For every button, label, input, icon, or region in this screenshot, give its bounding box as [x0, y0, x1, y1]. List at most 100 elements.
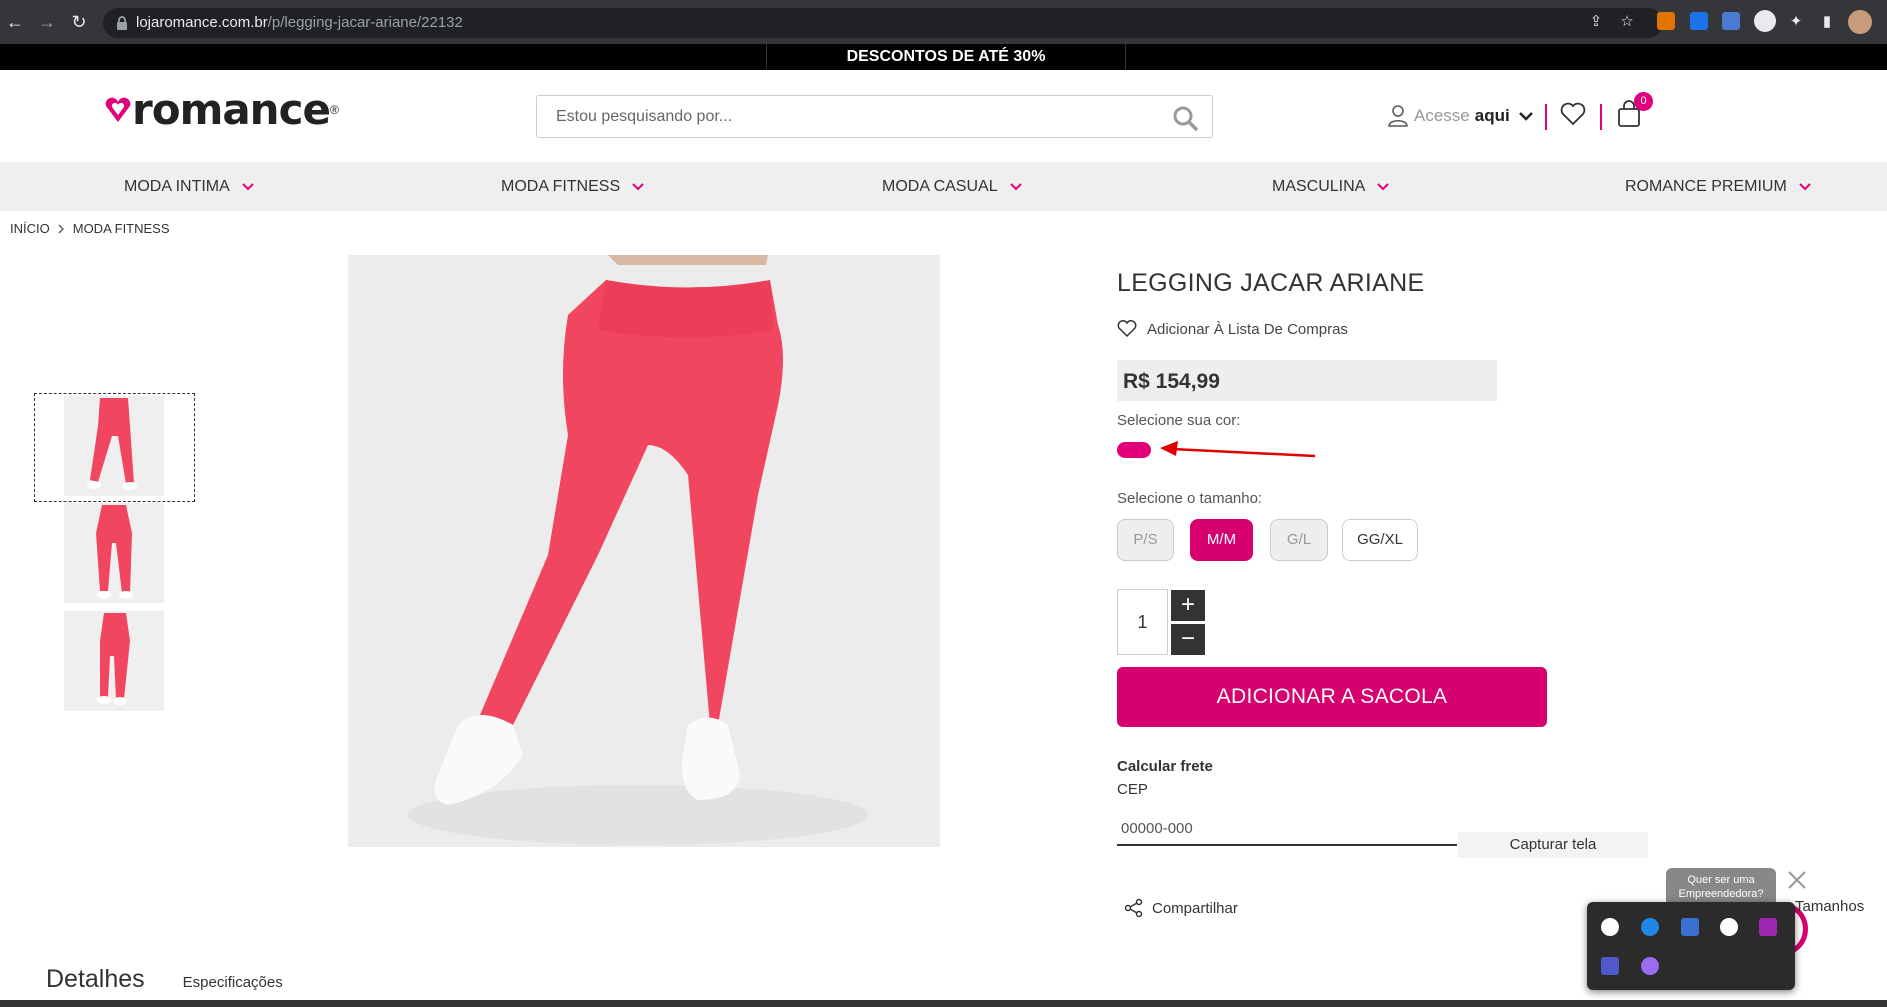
- menu-item-label: MODA FITNESS: [501, 178, 621, 195]
- acesse-label: Acesse: [1414, 106, 1470, 125]
- thumbnail-2[interactable]: [64, 503, 164, 603]
- menu-item-moda-casual[interactable]: MODA CASUAL: [882, 162, 1022, 211]
- system-tray-popup: [1587, 902, 1795, 990]
- category-menu: MODA INTIMA MODA FITNESS MODA CASUAL MAS…: [0, 162, 1887, 211]
- site-logo[interactable]: romance ®: [104, 89, 339, 131]
- product-tabs: Detalhes Especificações: [46, 965, 283, 994]
- product-title: LEGGING JACAR ARIANE: [1117, 269, 1425, 297]
- extension-profile-icon[interactable]: [1754, 10, 1776, 32]
- menu-item-masculina[interactable]: MASCULINA: [1272, 162, 1390, 211]
- breadcrumb: INÍCIO MODA FITNESS: [10, 221, 170, 236]
- add-to-wishlist-link[interactable]: Adicionar À Lista De Compras: [1117, 320, 1348, 338]
- empreendedora-bubble[interactable]: Quer ser uma Empreendedora?: [1666, 868, 1776, 906]
- cep-input[interactable]: [1117, 812, 1457, 846]
- add-to-bag-button[interactable]: ADICIONAR A SACOLA: [1117, 667, 1547, 727]
- share-icon: [1124, 898, 1143, 918]
- tab-specifications[interactable]: Especificações: [183, 974, 283, 991]
- close-icon[interactable]: [1785, 868, 1809, 892]
- size-label: Selecione o tamanho:: [1117, 490, 1263, 507]
- url-text: lojaromance.com.br/p/legging-jacar-arian…: [136, 14, 463, 31]
- product-main-image[interactable]: [348, 255, 940, 847]
- security-shield-icon[interactable]: [1681, 918, 1699, 936]
- annotation-arrow-icon: [1160, 441, 1315, 458]
- aqui-label: aqui: [1474, 106, 1510, 125]
- app-b-icon[interactable]: [1720, 918, 1738, 936]
- legging-back-image: [64, 503, 164, 603]
- size-option-ps[interactable]: P/S: [1117, 519, 1174, 561]
- chevron-down-icon: [242, 182, 254, 190]
- color-label: Selecione sua cor:: [1117, 412, 1241, 429]
- size-option-ggxl[interactable]: GG/XL: [1342, 519, 1418, 561]
- product-price: R$ 154,99: [1123, 370, 1220, 393]
- legging-model-image: [348, 255, 940, 847]
- size-option-gl[interactable]: G/L: [1270, 519, 1328, 561]
- breadcrumb-category[interactable]: MODA FITNESS: [73, 221, 170, 236]
- feather-icon[interactable]: [1641, 957, 1659, 975]
- user-icon: [1388, 105, 1408, 127]
- heart-icon: [1117, 320, 1137, 338]
- share-page-icon[interactable]: ⇪: [1586, 12, 1606, 32]
- quantity-input[interactable]: 1: [1117, 589, 1168, 655]
- back-icon[interactable]: ←: [4, 11, 26, 33]
- teams-icon[interactable]: [1601, 957, 1619, 975]
- thumbnail-3[interactable]: [64, 611, 164, 711]
- tab-details[interactable]: Detalhes: [46, 965, 145, 994]
- capture-screen-tooltip[interactable]: Capturar tela: [1458, 832, 1648, 858]
- shipping-title: Calcular frete: [1117, 758, 1213, 775]
- browser-toolbar: ← → ↻ lojaromance.com.br/p/legging-jacar…: [0, 0, 1887, 44]
- menu-item-moda-intima[interactable]: MODA INTIMA: [124, 162, 254, 211]
- logitech-icon[interactable]: [1601, 918, 1619, 936]
- search-box: [536, 95, 1213, 138]
- quantity-minus-button[interactable]: −: [1171, 624, 1205, 655]
- chevron-down-icon: [1799, 182, 1811, 190]
- extension-tag-icon[interactable]: [1690, 12, 1708, 30]
- chevron-down-icon: [1518, 112, 1533, 121]
- lock-icon: [117, 16, 127, 30]
- chevron-right-icon: [58, 224, 64, 233]
- menu-item-moda-fitness[interactable]: MODA FITNESS: [501, 162, 644, 211]
- forward-icon[interactable]: →: [36, 11, 58, 33]
- logo-registered: ®: [329, 103, 339, 117]
- extension-calculator-icon[interactable]: [1657, 12, 1675, 30]
- menu-item-label: MODA CASUAL: [882, 178, 998, 195]
- breadcrumb-home[interactable]: INÍCIO: [10, 221, 50, 236]
- price-box: R$ 154,99: [1117, 360, 1497, 401]
- menu-item-label: MASCULINA: [1272, 178, 1366, 195]
- url-domain: lojaromance.com.br: [136, 14, 268, 31]
- extension-translate-icon[interactable]: [1722, 12, 1740, 30]
- bookmark-star-icon[interactable]: ☆: [1617, 12, 1637, 32]
- url-path: /p/legging-jacar-ariane/22132: [267, 14, 463, 31]
- wishlist-label: Adicionar À Lista De Compras: [1147, 320, 1348, 338]
- color-swatch-pink[interactable]: [1117, 442, 1151, 458]
- address-bar[interactable]: lojaromance.com.br/p/legging-jacar-arian…: [103, 8, 1663, 38]
- profile-avatar[interactable]: [1848, 10, 1872, 34]
- menu-item-label: ROMANCE PREMIUM: [1625, 178, 1787, 195]
- legging-side-image: [64, 611, 164, 711]
- search-input[interactable]: [537, 96, 1157, 137]
- chevron-down-icon: [1377, 182, 1390, 190]
- extensions-puzzle-icon[interactable]: ✦: [1786, 12, 1806, 32]
- chevron-down-icon: [632, 182, 644, 190]
- promo-bar: DESCONTOS DE ATÉ 30%: [0, 44, 1887, 70]
- header-divider: [1545, 104, 1547, 130]
- share-label: Compartilhar: [1152, 899, 1238, 917]
- cart-count-badge: 0: [1634, 92, 1653, 111]
- share-link[interactable]: Compartilhar: [1124, 898, 1238, 918]
- menu-item-label: MODA INTIMA: [124, 178, 230, 195]
- size-guide-link[interactable]: Tamanhos: [1795, 898, 1864, 915]
- app-purple-icon[interactable]: [1759, 918, 1777, 936]
- thumbnail-1[interactable]: [64, 396, 164, 496]
- wishlist-heart-icon[interactable]: [1560, 102, 1586, 126]
- window-bottom-edge: [0, 1000, 1887, 1007]
- legging-front-image: [64, 396, 164, 496]
- promo-text[interactable]: DESCONTOS DE ATÉ 30%: [766, 44, 1126, 70]
- menu-item-romance-premium[interactable]: ROMANCE PREMIUM: [1625, 162, 1811, 211]
- search-icon[interactable]: [1172, 105, 1198, 131]
- login-link[interactable]: Acesse aqui: [1388, 104, 1534, 128]
- reload-icon[interactable]: ↻: [68, 11, 90, 33]
- header-divider: [1600, 104, 1602, 130]
- quantity-plus-button[interactable]: +: [1171, 590, 1205, 621]
- bluetooth-icon[interactable]: [1641, 918, 1659, 936]
- side-panel-icon[interactable]: ▮: [1817, 12, 1837, 32]
- size-option-mm[interactable]: M/M: [1190, 519, 1253, 561]
